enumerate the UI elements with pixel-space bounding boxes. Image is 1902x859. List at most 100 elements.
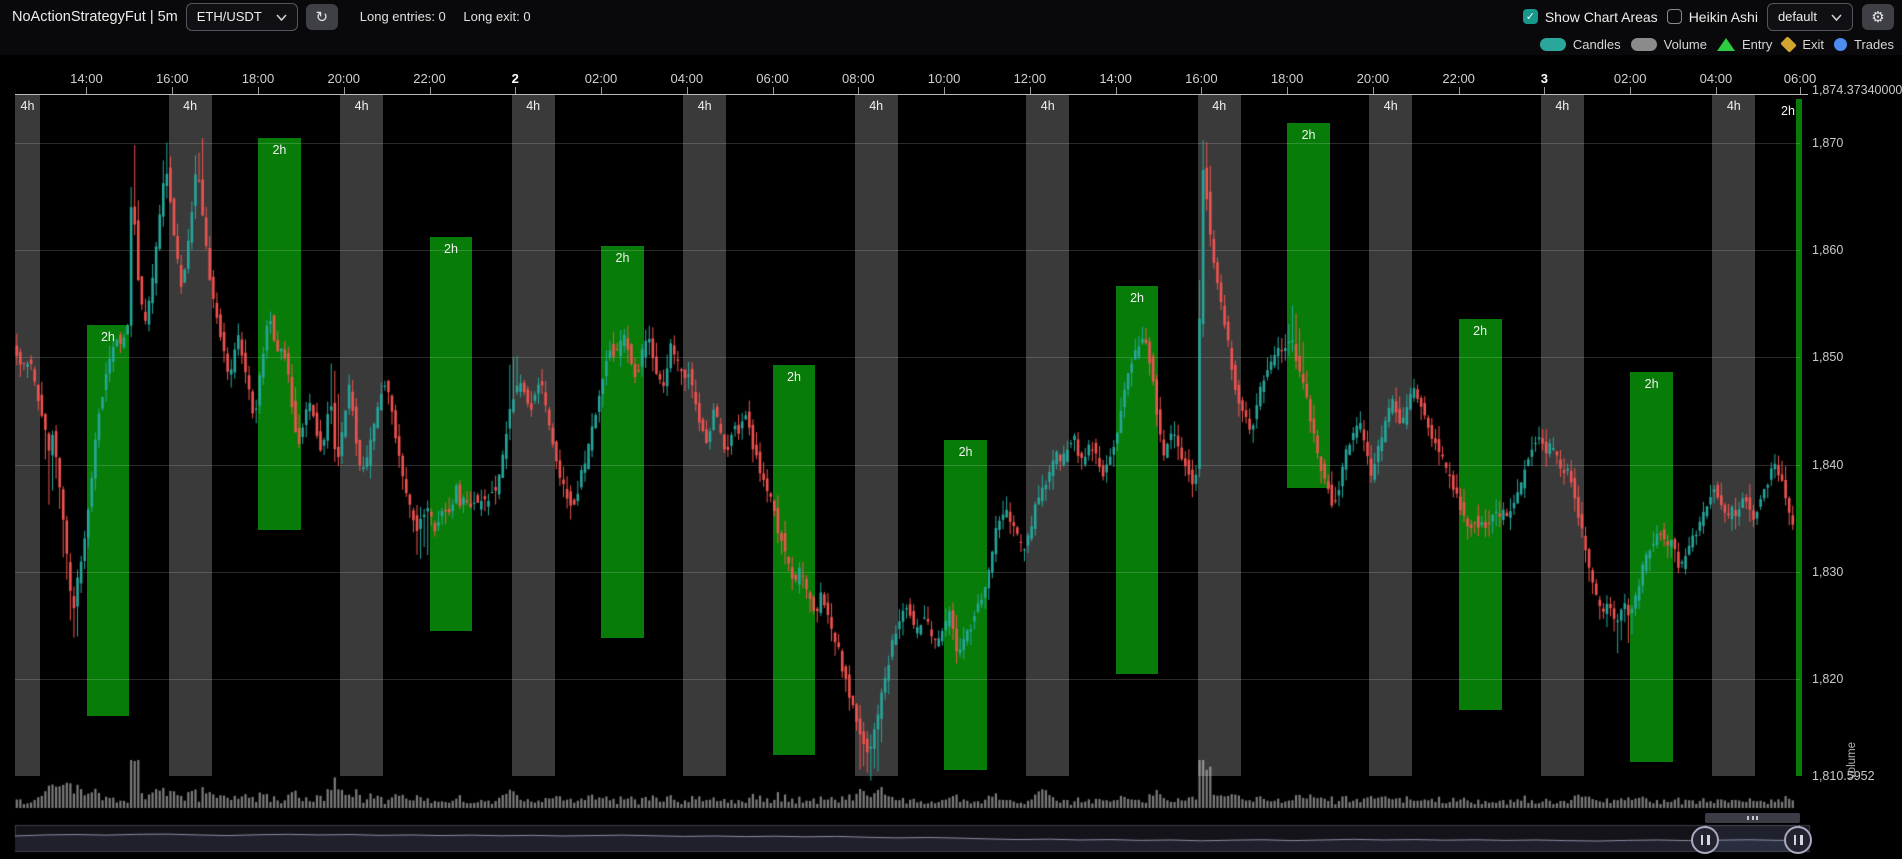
trades-circle-icon	[1834, 38, 1847, 51]
pair-select-value: ETH/USDT	[197, 9, 262, 24]
time-label: 16:00	[1185, 71, 1218, 86]
time-axis-line	[15, 94, 1808, 95]
time-tick	[687, 87, 688, 94]
time-tick	[258, 87, 259, 94]
time-label: 18:00	[1271, 71, 1304, 86]
area-label: 4h	[183, 99, 197, 113]
settings-button[interactable]: ⚙	[1862, 4, 1894, 30]
legend-item-volume[interactable]: Volume	[1631, 37, 1707, 52]
datazoom-left-handle[interactable]	[1691, 826, 1719, 854]
area-label: 2h	[272, 143, 286, 157]
chevron-down-icon	[276, 9, 287, 24]
time-tick	[858, 87, 859, 94]
exit-diamond-icon	[1781, 36, 1798, 53]
time-tick	[430, 87, 431, 94]
time-label: 04:00	[671, 71, 704, 86]
top-bar: NoActionStrategyFut | 5m ETH/USDT ↻ Long…	[0, 0, 1902, 55]
time-tick	[1800, 87, 1801, 94]
trade-stats: Long entries: 0 Long exit: 0	[360, 9, 545, 24]
price-tick-label: 1,850	[1812, 350, 1843, 364]
price-max-label: 1,874.373400000	[1812, 83, 1902, 97]
time-label: 02:00	[585, 71, 618, 86]
time-label: 20:00	[327, 71, 360, 86]
trading-app: NoActionStrategyFut | 5m ETH/USDT ↻ Long…	[0, 0, 1902, 859]
plot-config-value: default	[1778, 9, 1817, 24]
time-tick	[1373, 87, 1374, 94]
time-label: 02:00	[1614, 71, 1647, 86]
area-label: 4h	[1212, 99, 1226, 113]
time-label: 06:00	[756, 71, 789, 86]
show-chart-areas-checkbox[interactable]: ✓ Show Chart Areas	[1523, 9, 1658, 25]
pair-select[interactable]: ETH/USDT	[186, 3, 298, 31]
area-label: 4h	[1727, 99, 1741, 113]
checkbox-unchecked-icon	[1667, 9, 1682, 24]
time-tick	[773, 87, 774, 94]
entry-triangle-icon	[1717, 38, 1735, 51]
area-label: 2h	[1645, 377, 1659, 391]
time-tick	[86, 87, 87, 94]
time-label: 22:00	[413, 71, 446, 86]
refresh-icon: ↻	[315, 8, 328, 26]
heikin-ashi-label: Heikin Ashi	[1689, 9, 1758, 25]
time-label: 10:00	[928, 71, 961, 86]
area-label: 2h	[1473, 324, 1487, 338]
time-tick	[601, 87, 602, 94]
area-label: 4h	[1384, 99, 1398, 113]
time-label: 14:00	[1099, 71, 1132, 86]
area-label: 4h	[526, 99, 540, 113]
day-label: 2	[512, 71, 519, 86]
legend-item-trades[interactable]: Trades	[1834, 37, 1894, 52]
heikin-ashi-checkbox[interactable]: Heikin Ashi	[1667, 9, 1758, 25]
time-label: 08:00	[842, 71, 875, 86]
datazoom-move-handle[interactable]	[1705, 813, 1800, 823]
plot-config-select[interactable]: default	[1767, 3, 1853, 31]
time-tick	[944, 87, 945, 94]
price-tick-label: 1,820	[1812, 672, 1843, 686]
long-entries-label: Long entries: 0	[360, 9, 446, 24]
area-label: 2h	[1781, 104, 1795, 118]
time-tick	[1287, 87, 1288, 94]
time-tick	[1716, 87, 1717, 94]
time-label: 14:00	[70, 71, 103, 86]
area-label: 2h	[616, 251, 630, 265]
checkbox-checked-icon: ✓	[1523, 9, 1538, 24]
day-label: 3	[1541, 71, 1548, 86]
area-label: 4h	[1555, 99, 1569, 113]
gear-icon: ⚙	[1871, 8, 1884, 26]
chart-legend: Candles Volume Entry Exit Trades	[1540, 34, 1894, 54]
area-label: 2h	[1302, 128, 1316, 142]
time-tick	[1201, 87, 1202, 94]
legend-item-exit[interactable]: Exit	[1782, 37, 1824, 52]
time-tick	[1116, 87, 1117, 94]
legend-item-entry[interactable]: Entry	[1717, 37, 1772, 52]
time-tick	[1030, 87, 1031, 94]
time-tick	[1630, 87, 1631, 94]
price-tick-label: 1,860	[1812, 243, 1843, 257]
price-tick-label: 1,840	[1812, 458, 1843, 472]
strategy-title: NoActionStrategyFut | 5m	[12, 9, 178, 25]
datazoom-right-handle[interactable]	[1784, 826, 1812, 854]
refresh-button[interactable]: ↻	[306, 4, 338, 30]
candles-swatch-icon	[1540, 38, 1566, 51]
legend-item-candles[interactable]: Candles	[1540, 37, 1621, 52]
time-tick	[344, 87, 345, 94]
area-label: 2h	[444, 242, 458, 256]
candlestick-canvas[interactable]	[0, 0, 1902, 859]
time-label: 22:00	[1442, 71, 1475, 86]
time-label: 04:00	[1700, 71, 1733, 86]
time-label: 16:00	[156, 71, 189, 86]
time-tick	[1544, 87, 1545, 94]
time-label: 12:00	[1014, 71, 1047, 86]
time-tick	[515, 87, 516, 94]
area-label: 4h	[698, 99, 712, 113]
area-label: 2h	[787, 370, 801, 384]
area-label: 2h	[1130, 291, 1144, 305]
area-label: 4h	[1041, 99, 1055, 113]
show-chart-areas-label: Show Chart Areas	[1545, 9, 1658, 25]
price-tick-label: 1,830	[1812, 565, 1843, 579]
time-tick	[1459, 87, 1460, 94]
area-label: 4h	[355, 99, 369, 113]
time-tick	[172, 87, 173, 94]
area-label: 2h	[959, 445, 973, 459]
volume-axis-name: volume	[1846, 742, 1858, 779]
